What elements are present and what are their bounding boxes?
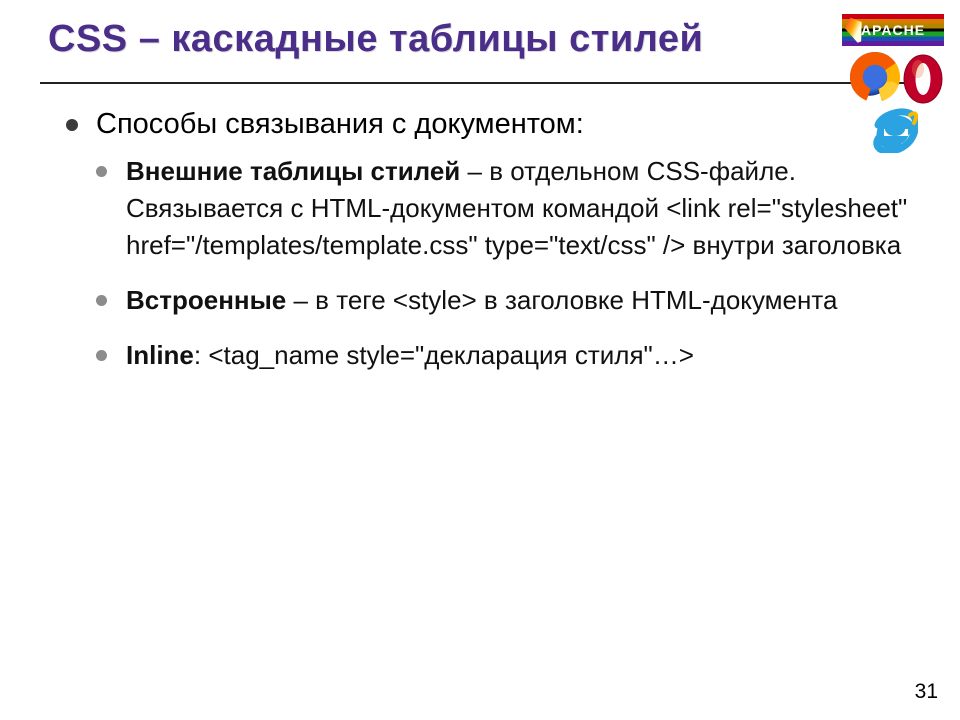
slide-title: CSS – каскадные таблицы стилей bbox=[48, 18, 912, 62]
firefox-icon bbox=[850, 52, 900, 102]
bullet-level2: Inline: <tag_name style="декларация стил… bbox=[96, 337, 914, 374]
item-bold: Внешние таблицы стилей bbox=[126, 156, 460, 186]
apache-logo: APACHE bbox=[842, 14, 944, 46]
opera-icon bbox=[902, 49, 944, 105]
bullet-level1: Способы связывания с документом: Внешние… bbox=[66, 106, 914, 374]
item-bold: Inline bbox=[126, 340, 194, 370]
bullet-level2: Внешние таблицы стилей – в отдельном CSS… bbox=[96, 153, 914, 264]
intro-text: Способы связывания с документом: bbox=[96, 108, 584, 140]
item-rest: : <tag_name style="декларация стиля"…> bbox=[194, 340, 694, 370]
slide-body: Способы связывания с документом: Внешние… bbox=[0, 84, 960, 374]
item-bold: Встроенные bbox=[126, 285, 286, 315]
item-rest: – в теге <style> в заголовке HTML-докуме… bbox=[286, 285, 837, 315]
bullet-level2: Встроенные – в теге <style> в заголовке … bbox=[96, 282, 914, 319]
apache-logo-text: APACHE bbox=[861, 22, 925, 38]
page-number: 31 bbox=[915, 680, 938, 704]
